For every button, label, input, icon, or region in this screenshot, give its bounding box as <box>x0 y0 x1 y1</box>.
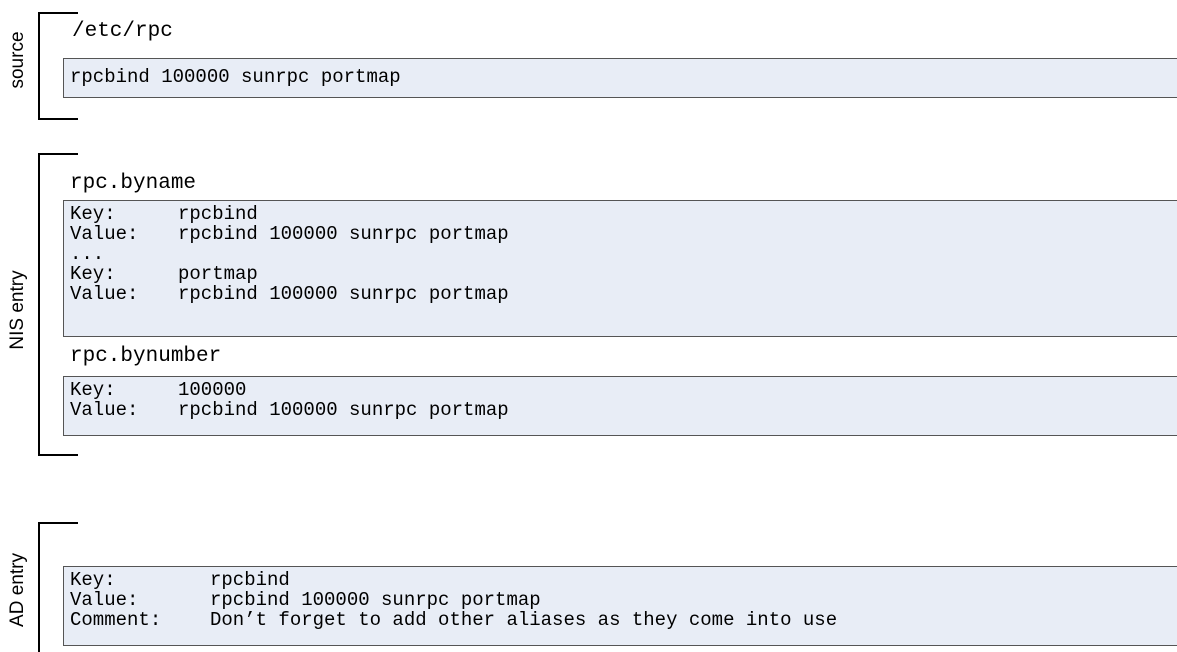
source-line: rpcbind 100000 sunrpc portmap <box>70 66 401 88</box>
line-key: ... <box>70 243 105 265</box>
line-key: Key: <box>70 569 116 591</box>
nis-label: NIS entry <box>7 270 28 350</box>
line-value: Don’t forget to add other aliases as the… <box>210 609 838 631</box>
line-key: Value: <box>70 399 139 421</box>
line-value: rpcbind <box>210 569 290 591</box>
line-key: Key: <box>70 203 116 225</box>
line-key: Key: <box>70 379 116 401</box>
line-value: rpcbind 100000 sunrpc portmap <box>178 223 509 245</box>
line-key: Value: <box>70 223 139 245</box>
nis-bynumber-title: rpc.bynumber <box>70 345 222 368</box>
line-key: Key: <box>70 263 116 285</box>
nis-byname-line: Key: rpcbind <box>70 204 1177 224</box>
ad-line: Key: rpcbind <box>70 570 1177 590</box>
nis-byname-title: rpc.byname <box>70 172 197 195</box>
ad-content-box: Key: rpcbind Value: rpcbind 100000 sunrpc … <box>63 566 1177 646</box>
nis-byname-line: ... <box>70 244 1177 264</box>
line-value: rpcbind 100000 sunrpc portmap <box>178 283 509 305</box>
ad-line: Value: rpcbind 100000 sunrpc portmap <box>70 590 1177 610</box>
nis-byname-line: Key: portmap <box>70 264 1177 284</box>
line-value: rpcbind 100000 sunrpc portmap <box>178 399 509 421</box>
ad-label: AD entry <box>7 553 28 627</box>
nis-bynumber-box: Key: 100000 Value: rpcbind 100000 sunrpc p… <box>63 376 1177 436</box>
line-value: rpcbind 100000 sunrpc portmap <box>210 589 541 611</box>
nis-byname-line: Value: rpcbind 100000 sunrpc portmap <box>70 224 1177 244</box>
line-value: rpcbind <box>178 203 258 225</box>
source-content-box: rpcbind 100000 sunrpc portmap <box>63 58 1177 98</box>
line-value: 100000 <box>178 379 247 401</box>
line-value: portmap <box>178 263 258 285</box>
nis-bynumber-line: Key: 100000 <box>70 380 1177 400</box>
nis-bynumber-line: Value: rpcbind 100000 sunrpc portmap <box>70 400 1177 420</box>
nis-byname-line: Value: rpcbind 100000 sunrpc portmap <box>70 284 1177 304</box>
line-key: Value: <box>70 589 139 611</box>
source-label: source <box>7 31 28 89</box>
line-key: Comment: <box>70 609 162 631</box>
source-title: /etc/rpc <box>72 20 173 43</box>
nis-byname-box: Key: rpcbind Value: rpcbind 100000 sunrpc … <box>63 200 1177 337</box>
ad-line: Comment: Don’t forget to add other aliase… <box>70 610 1177 630</box>
line-key: Value: <box>70 283 139 305</box>
